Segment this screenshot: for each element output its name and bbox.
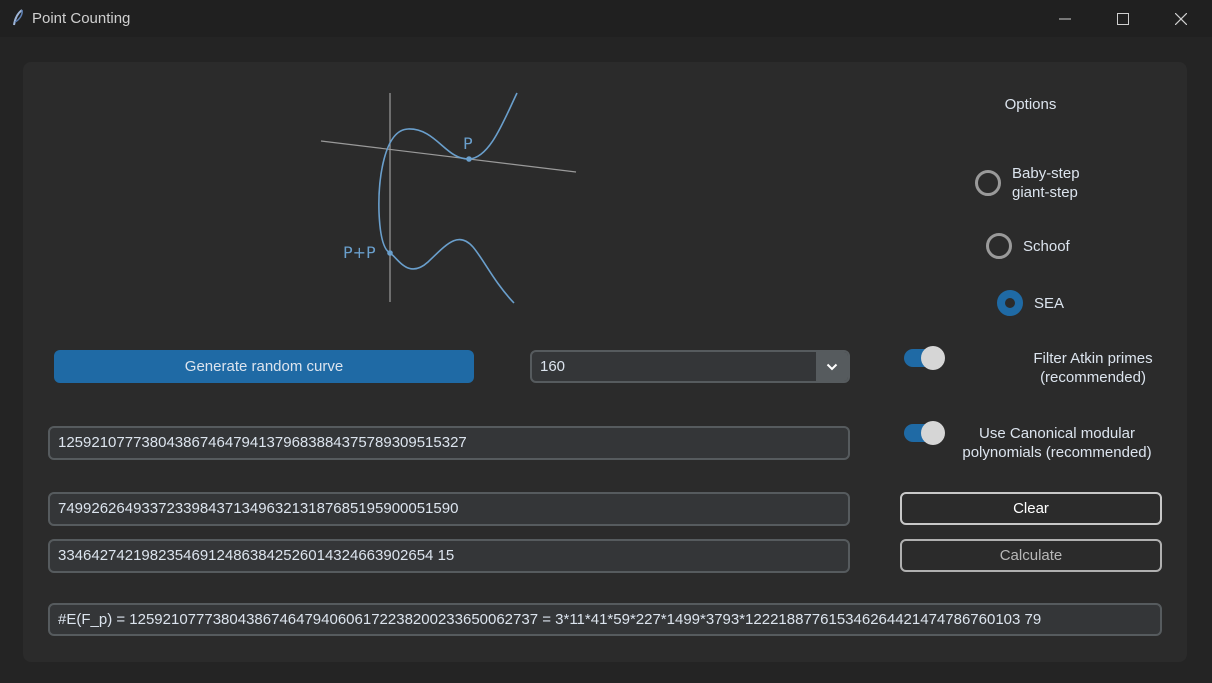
point-pp-label: P+P [343,243,376,262]
maximize-icon [1117,12,1129,25]
radio-sea[interactable]: SEA [997,290,1064,316]
radio-circle [975,170,1001,196]
calculate-button[interactable]: Calculate [900,539,1162,572]
close-button[interactable] [1152,0,1210,37]
radio-schoof[interactable]: Schoof [986,233,1070,259]
minimize-icon [1059,18,1071,19]
switch-knob [921,346,945,370]
close-icon [1175,12,1187,25]
point-p-label: P [463,134,473,153]
clear-button[interactable]: Clear [900,492,1162,525]
prime-p-input[interactable]: 1259210777380438674647941379683884375789… [48,426,850,460]
switch-knob [921,421,945,445]
radio-circle [997,290,1023,316]
result-output[interactable]: #E(F_p) = 125921077738043867464794060617… [48,603,1162,636]
bit-size-value: 160 [540,358,566,375]
radio-label: Schoof [1023,237,1070,255]
generate-random-curve-button[interactable]: Generate random curve [54,350,474,383]
chevron-down-icon [826,363,838,370]
maximize-button[interactable] [1094,0,1152,37]
options-title: Options [1004,96,1057,113]
coefficient-b-input[interactable]: 3346427421982354691248638425260143246639… [48,539,850,573]
title-bar: Point Counting [0,0,1212,37]
feather-icon [13,9,23,26]
coefficient-a-input[interactable]: 7499262649337233984371349632131876851959… [48,492,850,526]
radio-label: SEA [1034,294,1065,312]
window-title: Point Counting [32,10,131,27]
bit-size-dropdown[interactable]: 160 [530,350,850,383]
filter-atkin-primes-label: Filter Atkin primes (recommended) [1033,350,1153,386]
filter-atkin-primes-switch[interactable] [904,346,945,370]
radio-label: Baby-step giant-step [1012,165,1080,201]
radio-baby-step-giant-step[interactable]: Baby-step giant-step [975,164,1080,202]
radio-circle [986,233,1012,259]
minimize-button[interactable] [1036,0,1094,37]
canonical-modular-polynomials-label: Use Canonical modular polynomials (recom… [962,425,1152,461]
canonical-modular-polynomials-switch[interactable] [904,421,945,445]
dropdown-arrow-button[interactable] [816,352,848,381]
elliptic-curve-illustration: P P+P [320,92,577,304]
main-panel: P P+P Options Baby-step giant-step Schoo… [23,62,1187,662]
